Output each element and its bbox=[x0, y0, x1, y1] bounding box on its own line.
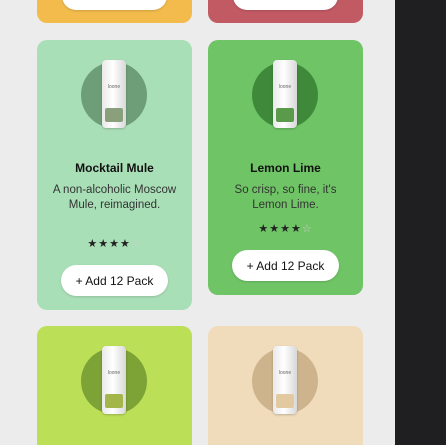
add-12-pack-button[interactable]: + Add 12 Pack bbox=[61, 265, 168, 296]
star-icon: ★ bbox=[280, 223, 291, 235]
product-card-partial bbox=[208, 0, 363, 23]
can-brand-label: loone bbox=[107, 84, 121, 90]
star-empty-icon: ☆ bbox=[301, 223, 313, 235]
product-card-lemon-lime: loone Lemon Lime So crisp, so fine, it's… bbox=[208, 40, 363, 295]
star-icon: ★ bbox=[109, 238, 120, 250]
product-description: A non-alcoholic Moscow Mule, reimagined. bbox=[52, 184, 177, 211]
add-12-pack-button[interactable]: + Add 12 Pack bbox=[232, 250, 339, 281]
product-name: Lemon Lime bbox=[250, 161, 321, 175]
product-card: loone bbox=[208, 326, 363, 445]
product-description: So crisp, so fine, it's Lemon Lime. bbox=[234, 184, 337, 211]
can-brand-label: loone bbox=[278, 370, 292, 376]
add-to-cart-button[interactable] bbox=[62, 0, 167, 10]
star-icon: ★ bbox=[258, 223, 270, 235]
star-rating: ★★★★☆ bbox=[37, 237, 192, 250]
star-empty-icon: ☆ bbox=[130, 238, 142, 250]
product-card-partial bbox=[37, 0, 192, 23]
star-rating: ★★★★☆ bbox=[208, 222, 363, 235]
star-icon: ★ bbox=[269, 223, 281, 235]
product-image: loone bbox=[81, 60, 147, 128]
can-brand-label: loone bbox=[107, 370, 121, 376]
product-image: loone bbox=[252, 346, 318, 414]
product-card-mocktail-mule: loone Mocktail Mule A non-alcoholic Mosc… bbox=[37, 40, 192, 310]
star-icon: ★ bbox=[98, 238, 110, 250]
star-icon: ★ bbox=[119, 238, 131, 250]
star-icon: ★ bbox=[290, 223, 302, 235]
add-to-cart-button[interactable] bbox=[233, 0, 338, 10]
product-card: loone bbox=[37, 326, 192, 445]
star-icon: ★ bbox=[87, 238, 99, 250]
can-brand-label: loone bbox=[278, 84, 292, 90]
product-name: Mocktail Mule bbox=[75, 161, 154, 175]
right-side-panel bbox=[395, 0, 446, 445]
product-image: loone bbox=[252, 60, 318, 128]
product-grid: loone Mocktail Mule A non-alcoholic Mosc… bbox=[0, 0, 395, 445]
product-image: loone bbox=[81, 346, 147, 414]
